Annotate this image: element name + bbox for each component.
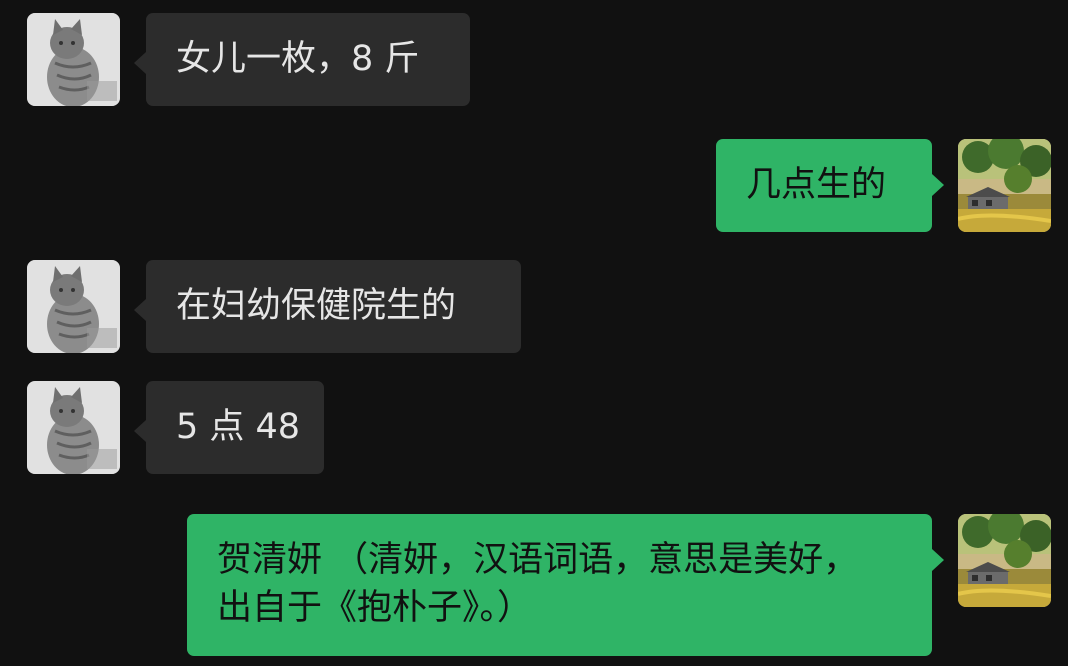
landscape-avatar-image	[958, 139, 1051, 232]
cat-avatar[interactable]	[27, 381, 120, 474]
message-bubble[interactable]: 几点生的	[716, 139, 944, 232]
cat-avatar-image	[27, 13, 120, 106]
message-text-line: 贺清妍 （清妍，汉语词语，意思是美好，	[217, 540, 859, 580]
message-text-line: 出自于《抱朴子》。）	[217, 588, 533, 628]
message-text: 女儿一枚，8 斤	[176, 39, 420, 79]
cat-avatar-image	[27, 381, 120, 474]
message-bubble[interactable]: 女儿一枚，8 斤	[134, 13, 470, 106]
landscape-avatar[interactable]	[958, 139, 1051, 232]
message-text: 在妇幼保健院生的	[176, 286, 457, 326]
landscape-avatar[interactable]	[958, 514, 1051, 607]
cat-avatar[interactable]	[27, 260, 120, 353]
cat-avatar-image	[27, 260, 120, 353]
chat-area: 女儿一枚，8 斤 几点生的 在妇幼保健院生的 5 点 48 贺清妍 （清妍，汉语…	[0, 0, 1068, 666]
cat-avatar[interactable]	[27, 13, 120, 106]
message-text: 几点生的	[746, 165, 887, 205]
message-text: 5 点 48	[176, 407, 301, 447]
message-bubble[interactable]: 5 点 48	[134, 381, 324, 474]
message-bubble[interactable]: 在妇幼保健院生的	[134, 260, 521, 353]
message-bubble[interactable]: 贺清妍 （清妍，汉语词语，意思是美好， 出自于《抱朴子》。）	[187, 514, 944, 656]
landscape-avatar-image	[958, 514, 1051, 607]
